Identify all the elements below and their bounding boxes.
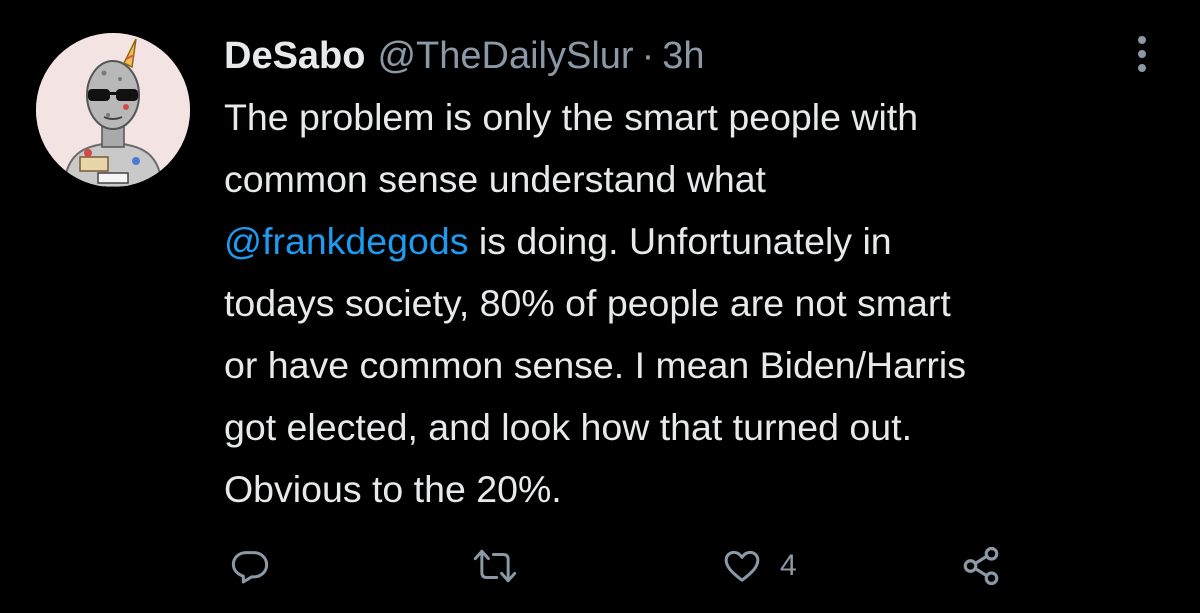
share-button[interactable] [960, 536, 1002, 596]
more-options-button[interactable] [1120, 32, 1164, 76]
tweet-actions: 4 [224, 536, 1184, 596]
tweet-text: The problem is only the smart people wit… [224, 86, 1184, 520]
tweet[interactable]: DeSabo @TheDailySlur · 3h The problem is… [0, 0, 1200, 613]
avatar[interactable] [36, 33, 190, 187]
author-display-name[interactable]: DeSabo [224, 35, 365, 78]
tweet-timestamp[interactable]: 3h [662, 35, 704, 78]
header-separator: · [641, 34, 655, 77]
share-icon [963, 546, 999, 586]
reply-button[interactable] [230, 536, 270, 596]
tweet-text-line: got elected, and look how that turned ou… [224, 406, 912, 448]
tweet-text-line: common sense understand what [224, 158, 766, 200]
tweet-header: DeSabo @TheDailySlur · 3h [224, 30, 705, 82]
retweet-icon [473, 549, 517, 583]
more-vertical-icon [1138, 36, 1146, 72]
like-count: 4 [780, 549, 797, 582]
heart-icon [724, 550, 760, 582]
reply-icon [231, 551, 269, 584]
avatar-image [36, 33, 190, 187]
tweet-text-line: @frankdegods is doing. Unfortunately in [224, 210, 1184, 272]
tweet-text-line: The problem is only the smart people wit… [224, 96, 919, 138]
retweet-button[interactable] [472, 536, 518, 596]
like-button[interactable]: 4 [722, 536, 797, 596]
tweet-text-line: or have common sense. I mean Biden/Harri… [224, 344, 966, 386]
tweet-text-line: todays society, 80% of people are not sm… [224, 282, 951, 324]
mention-link[interactable]: @frankdegods [224, 220, 468, 262]
author-handle[interactable]: @TheDailySlur [377, 35, 633, 78]
tweet-text-line: Obvious to the 20%. [224, 468, 562, 510]
tweet-text-segment: is doing. Unfortunately in [468, 220, 892, 262]
